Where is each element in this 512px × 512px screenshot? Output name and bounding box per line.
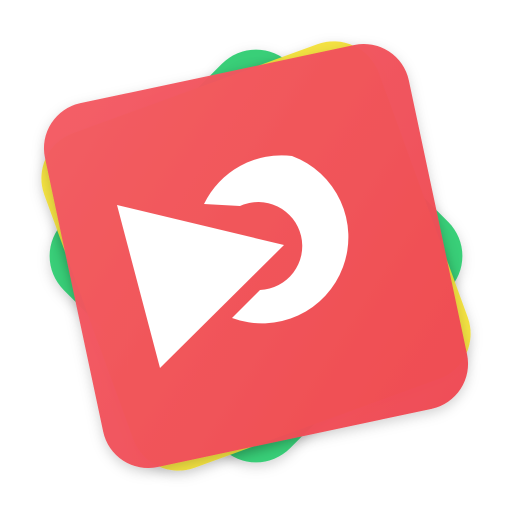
app-icon	[41, 41, 471, 471]
